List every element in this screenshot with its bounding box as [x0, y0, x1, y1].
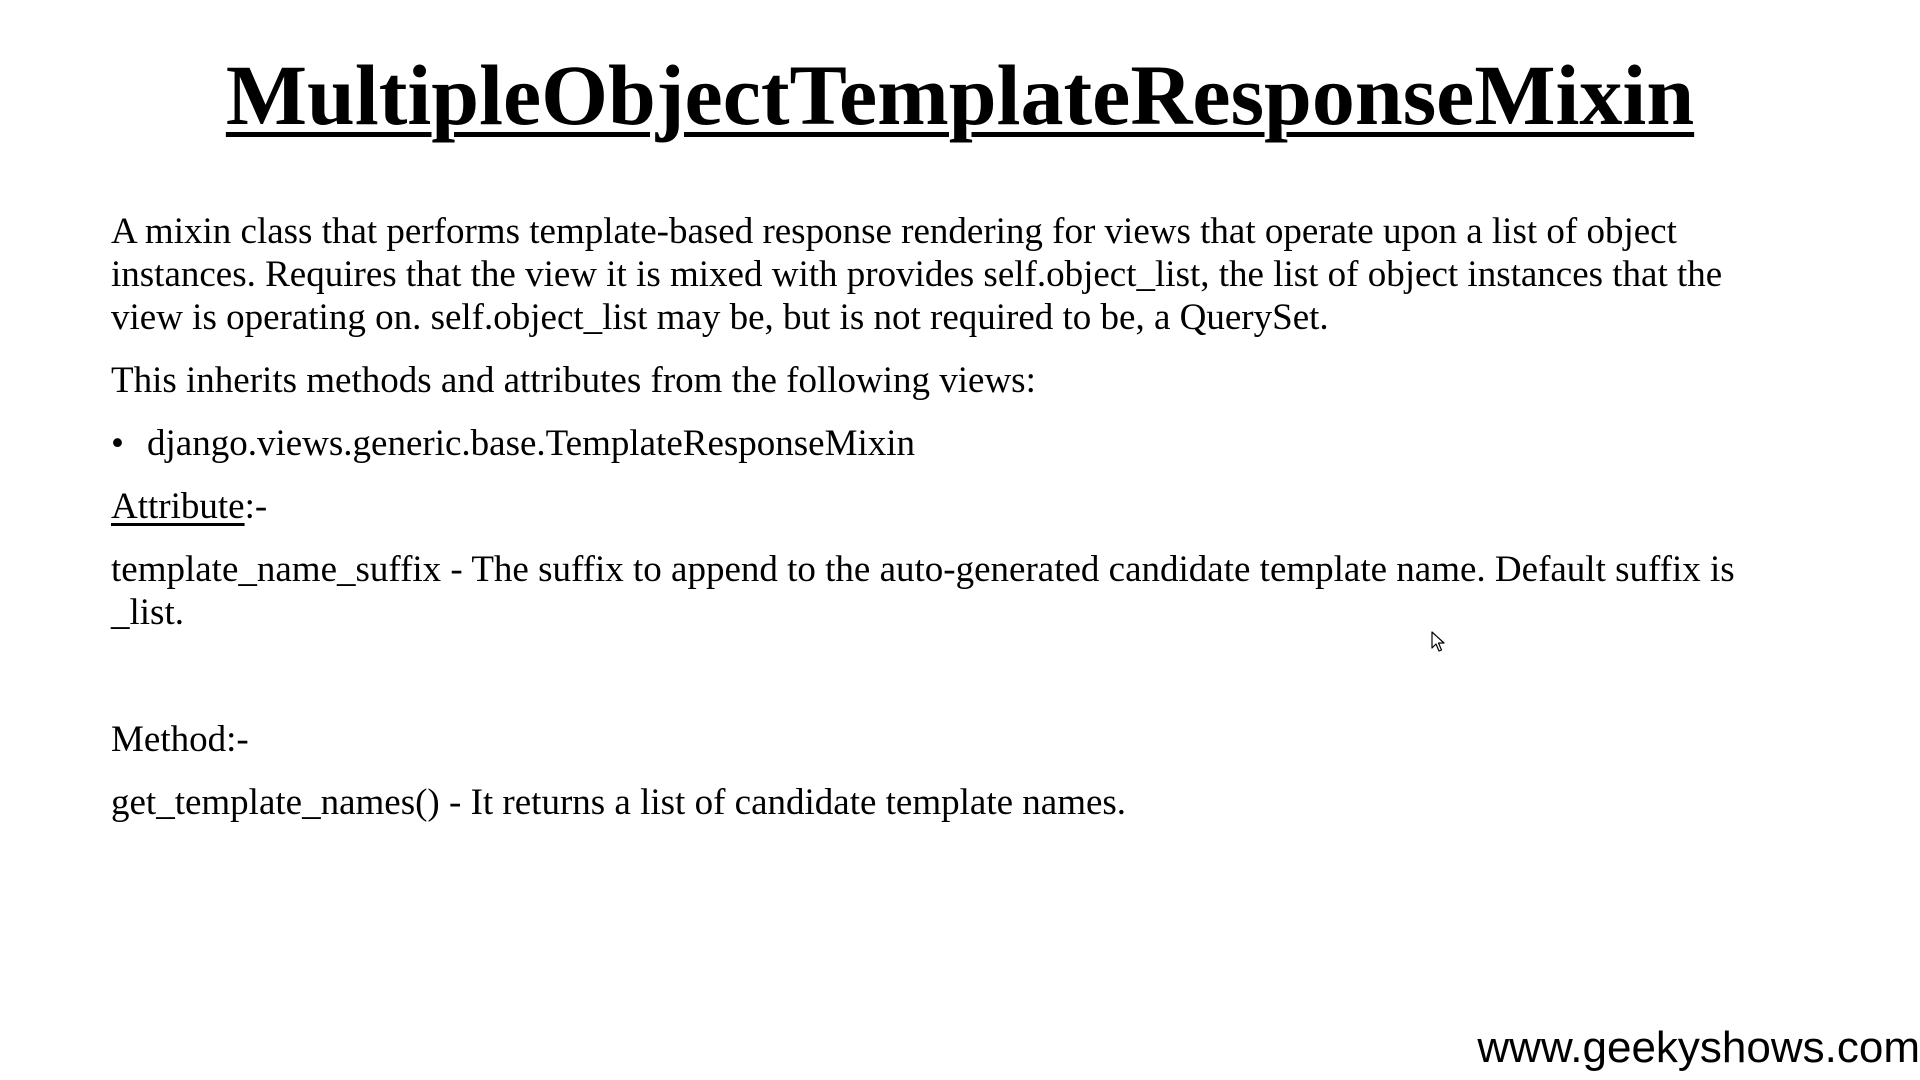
- inherits-intro: This inherits methods and attributes fro…: [111, 360, 1036, 401]
- attribute-heading-suffix: :-: [244, 486, 268, 527]
- attribute-heading: Attribute:-: [111, 485, 1761, 528]
- watermark-url: www.geekyshows.com: [1477, 1023, 1920, 1072]
- attribute-heading-label: Attribute: [111, 486, 245, 527]
- method-heading: Method:-: [111, 718, 1761, 761]
- attribute-description: template_name_suffix - The suffix to app…: [111, 549, 1735, 633]
- slide-title: MultipleObjectTemplateResponseMixin: [225, 47, 1695, 143]
- description-paragraph: A mixin class that performs template-bas…: [111, 211, 1723, 338]
- mouse-pointer-icon: [1431, 631, 1445, 652]
- method-heading-suffix: :-: [226, 719, 249, 760]
- list-item: • django.views.generic.base.TemplateResp…: [111, 422, 1761, 465]
- slide: MultipleObjectTemplateResponseMixin A mi…: [0, 0, 1920, 1080]
- bullet-icon: •: [111, 423, 124, 464]
- method-heading-label: Method: [111, 719, 227, 760]
- inherited-class-name: django.views.generic.base.TemplateRespon…: [147, 423, 916, 464]
- method-description: get_template_names() - It returns a list…: [111, 782, 1127, 823]
- slide-content: A mixin class that performs template-bas…: [111, 210, 1761, 824]
